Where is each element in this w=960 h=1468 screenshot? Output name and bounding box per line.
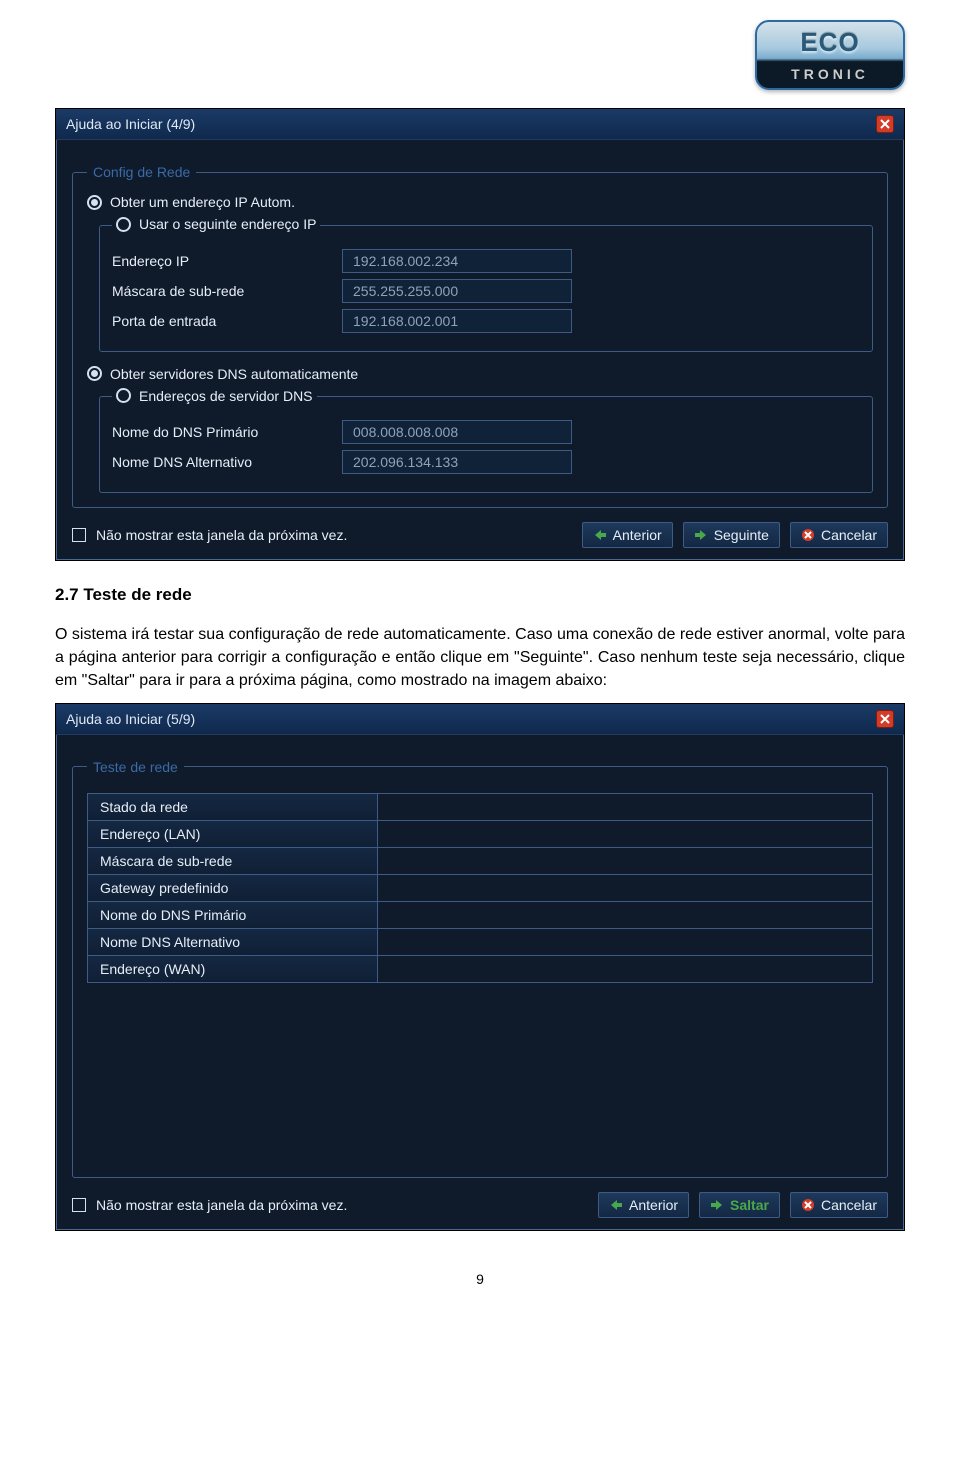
ip-input[interactable]: 192.168.002.234	[342, 249, 572, 273]
row-label: Stado da rede	[88, 794, 378, 820]
row-label: Gateway predefinido	[88, 875, 378, 901]
table-row: Nome DNS Alternativo	[88, 929, 872, 956]
prev-button[interactable]: Anterior	[582, 522, 673, 548]
prev-button[interactable]: Anterior	[598, 1192, 689, 1218]
close-button[interactable]	[876, 115, 894, 133]
mask-label: Máscara de sub-rede	[112, 283, 342, 299]
row-value	[378, 875, 872, 901]
next-button[interactable]: Seguinte	[683, 522, 780, 548]
arrow-left-icon	[609, 1198, 623, 1212]
row-value	[378, 956, 872, 982]
radio-manual-ip[interactable]	[116, 217, 131, 232]
cancel-button[interactable]: Cancelar	[790, 522, 888, 548]
row-label: Máscara de sub-rede	[88, 848, 378, 874]
radio-auto-ip[interactable]	[87, 195, 102, 210]
dont-show-checkbox[interactable]	[72, 528, 86, 542]
row-value	[378, 794, 872, 820]
manual-ip-fieldset: Usar o seguinte endereço IP Endereço IP …	[99, 216, 873, 352]
fieldset-legend: Teste de rede	[87, 759, 184, 775]
skip-button-label: Saltar	[730, 1197, 769, 1213]
logo-text-top: ECO	[757, 27, 903, 58]
table-row: Nome do DNS Primário	[88, 902, 872, 929]
radio-manual-dns-label: Endereços de servidor DNS	[139, 388, 313, 404]
dont-show-label: Não mostrar esta janela da próxima vez.	[96, 527, 347, 543]
logo-text-bottom: TRONIC	[757, 66, 903, 82]
ip-label: Endereço IP	[112, 253, 342, 269]
next-button-label: Seguinte	[714, 527, 769, 543]
row-label: Nome do DNS Primário	[88, 902, 378, 928]
close-icon	[880, 714, 890, 724]
mask-input[interactable]: 255.255.255.000	[342, 279, 572, 303]
network-test-table: Stado da rede Endereço (LAN) Máscara de …	[87, 793, 873, 983]
cancel-button[interactable]: Cancelar	[790, 1192, 888, 1218]
table-row: Stado da rede	[88, 794, 872, 821]
radio-auto-dns[interactable]	[87, 366, 102, 381]
network-test-fieldset: Teste de rede Stado da rede Endereço (LA…	[72, 759, 888, 1178]
skip-button[interactable]: Saltar	[699, 1192, 780, 1218]
dns2-label: Nome DNS Alternativo	[112, 454, 342, 470]
table-row: Endereço (LAN)	[88, 821, 872, 848]
cancel-icon	[801, 1198, 815, 1212]
dns2-input[interactable]: 202.096.134.133	[342, 450, 572, 474]
row-label: Endereço (LAN)	[88, 821, 378, 847]
row-value	[378, 848, 872, 874]
dont-show-label: Não mostrar esta janela da próxima vez.	[96, 1197, 347, 1213]
dialog-title: Ajuda ao Iniciar (5/9)	[66, 711, 195, 727]
row-label: Endereço (WAN)	[88, 956, 378, 982]
arrow-left-icon	[593, 528, 607, 542]
cancel-button-label: Cancelar	[821, 1197, 877, 1213]
manual-dns-fieldset: Endereços de servidor DNS Nome do DNS Pr…	[99, 388, 873, 494]
titlebar: Ajuda ao Iniciar (5/9)	[56, 704, 904, 735]
radio-auto-dns-label: Obter servidores DNS automaticamente	[110, 366, 358, 382]
logo: ECO TRONIC	[755, 20, 905, 90]
row-value	[378, 929, 872, 955]
dns1-input[interactable]: 008.008.008.008	[342, 420, 572, 444]
radio-manual-ip-label: Usar o seguinte endereço IP	[139, 216, 316, 232]
arrow-right-icon	[694, 528, 708, 542]
prev-button-label: Anterior	[613, 527, 662, 543]
gateway-input[interactable]: 192.168.002.001	[342, 309, 572, 333]
arrow-right-icon	[710, 1198, 724, 1212]
network-config-fieldset: Config de Rede Obter um endereço IP Auto…	[72, 164, 888, 508]
table-row: Gateway predefinido	[88, 875, 872, 902]
prev-button-label: Anterior	[629, 1197, 678, 1213]
cancel-button-label: Cancelar	[821, 527, 877, 543]
page-number: 9	[55, 1271, 905, 1287]
row-value	[378, 821, 872, 847]
row-label: Nome DNS Alternativo	[88, 929, 378, 955]
dialog-title: Ajuda ao Iniciar (4/9)	[66, 116, 195, 132]
table-row: Endereço (WAN)	[88, 956, 872, 982]
radio-manual-dns[interactable]	[116, 388, 131, 403]
close-button[interactable]	[876, 710, 894, 728]
radio-auto-ip-label: Obter um endereço IP Autom.	[110, 194, 295, 210]
dont-show-checkbox[interactable]	[72, 1198, 86, 1212]
table-row: Máscara de sub-rede	[88, 848, 872, 875]
row-value	[378, 902, 872, 928]
gateway-label: Porta de entrada	[112, 313, 342, 329]
network-config-dialog: Ajuda ao Iniciar (4/9) Config de Rede Ob…	[55, 108, 905, 561]
paragraph-1: O sistema irá testar sua configuração de…	[55, 623, 905, 693]
titlebar: Ajuda ao Iniciar (4/9)	[56, 109, 904, 140]
dns1-label: Nome do DNS Primário	[112, 424, 342, 440]
close-icon	[880, 119, 890, 129]
fieldset-legend: Config de Rede	[87, 164, 196, 180]
section-heading: 2.7 Teste de rede	[55, 585, 905, 605]
network-test-dialog: Ajuda ao Iniciar (5/9) Teste de rede Sta…	[55, 703, 905, 1231]
cancel-icon	[801, 528, 815, 542]
